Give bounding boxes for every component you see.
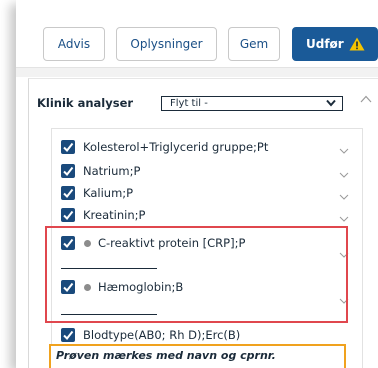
highlight-box <box>45 226 348 323</box>
chevron-down-icon[interactable] <box>339 216 349 222</box>
analysis-label: Kreatinin;P <box>83 208 146 222</box>
clinic-order-window: Advis Oplysninger Gem Udfør Klinik analy… <box>0 0 378 368</box>
section-divider <box>16 68 378 77</box>
chevron-down-icon[interactable] <box>339 172 349 178</box>
oplysninger-button[interactable]: Oplysninger <box>116 27 217 61</box>
advis-button[interactable]: Advis <box>43 27 105 61</box>
warning-triangle-icon <box>349 37 365 51</box>
analysis-row-kalium[interactable]: Kalium;P <box>61 184 133 202</box>
udfor-label: Udfør <box>306 37 344 51</box>
section-title: Klinik analyser <box>37 96 134 110</box>
analysis-label: Kolesterol+Triglycerid gruppe;Pt <box>83 140 269 154</box>
analysis-label: Blodtype(AB0; Rh D);Erc(B) <box>83 328 241 342</box>
move-to-select[interactable]: Flyt til - <box>161 96 343 111</box>
checkbox-checked[interactable] <box>61 186 75 200</box>
sample-label-note: Prøven mærkes med navn og cprnr. <box>49 344 346 368</box>
collapse-chevron-up-icon[interactable] <box>360 95 372 103</box>
chevron-down-icon[interactable] <box>339 148 349 154</box>
checkbox-checked[interactable] <box>61 140 75 154</box>
analysis-label: Natrium;P <box>83 164 141 178</box>
analysis-row-kolesterol[interactable]: Kolesterol+Triglycerid gruppe;Pt <box>61 138 268 156</box>
checkbox-checked[interactable] <box>61 328 75 342</box>
udfor-button[interactable]: Udfør <box>292 27 378 61</box>
move-to-select-value: Flyt til - <box>170 98 208 109</box>
chevron-down-icon[interactable] <box>339 194 349 200</box>
gem-button[interactable]: Gem <box>228 27 280 61</box>
analysis-row-natrium[interactable]: Natrium;P <box>61 162 140 180</box>
checkbox-checked[interactable] <box>61 208 75 222</box>
analysis-row-kreatinin[interactable]: Kreatinin;P <box>61 206 145 224</box>
chevron-down-icon <box>326 99 336 107</box>
checkbox-checked[interactable] <box>61 164 75 178</box>
analysis-row-blodtype[interactable]: Blodtype(AB0; Rh D);Erc(B) <box>61 326 240 344</box>
analysis-label: Kalium;P <box>83 186 134 200</box>
